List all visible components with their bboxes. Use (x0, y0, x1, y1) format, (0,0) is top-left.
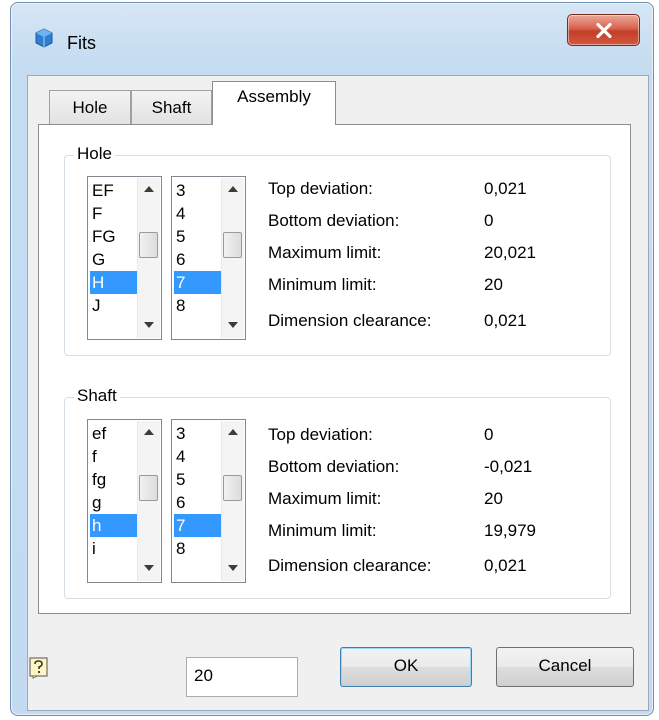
hole-bottom-deviation-value: 0 (484, 211, 494, 230)
list-item[interactable]: 8 (174, 294, 221, 317)
scroll-down-arrow-icon[interactable] (222, 559, 244, 579)
scrollbar-thumb[interactable] (223, 232, 242, 258)
list-item[interactable]: 4 (174, 202, 221, 225)
list-item-selected[interactable]: H (90, 271, 137, 294)
shaft-bottom-deviation-value: -0,021 (484, 457, 533, 476)
hole-minimum-limit-label: Minimum limit: (268, 275, 377, 294)
app-icon (33, 27, 55, 49)
list-item[interactable]: J (90, 294, 137, 317)
shaft-grade-listbox[interactable]: 3 4 5 6 7 8 (171, 419, 246, 583)
list-item-selected[interactable]: 7 (174, 271, 221, 294)
hole-minimum-limit-value: 20 (484, 275, 503, 294)
list-item[interactable]: 8 (174, 537, 221, 560)
list-item[interactable]: 6 (174, 491, 221, 514)
vertical-scrollbar[interactable] (221, 421, 244, 581)
list-item[interactable]: FG (90, 225, 137, 248)
ok-button[interactable]: OK (340, 647, 472, 687)
tab-assembly[interactable]: Assembly (212, 81, 336, 125)
tab-hole[interactable]: Hole (49, 90, 131, 124)
list-item[interactable]: 5 (174, 225, 221, 248)
help-icon[interactable] (29, 657, 49, 679)
shaft-maximum-limit-label: Maximum limit: (268, 489, 382, 508)
hole-grade-listbox[interactable]: 3 4 5 6 7 8 (171, 176, 246, 340)
vertical-scrollbar[interactable] (137, 421, 160, 581)
list-item[interactable]: g (90, 491, 137, 514)
list-item[interactable]: i (90, 537, 137, 560)
window-title: Fits (67, 33, 96, 53)
hole-top-deviation-label: Top deviation: (268, 179, 373, 198)
scroll-down-arrow-icon[interactable] (222, 316, 244, 336)
title-bar[interactable]: Fits (11, 3, 653, 75)
hole-letter-listbox[interactable]: EF F FG G H J (87, 176, 162, 340)
list-item-selected[interactable]: h (90, 514, 137, 537)
shaft-group-label: Shaft (74, 386, 120, 406)
close-icon (596, 23, 612, 38)
list-item[interactable]: F (90, 202, 137, 225)
scroll-up-arrow-icon[interactable] (138, 180, 160, 200)
hole-top-deviation-value: 0,021 (484, 179, 527, 198)
list-item[interactable]: ef (90, 422, 137, 445)
cancel-button[interactable]: Cancel (496, 647, 634, 687)
shaft-bottom-deviation-label: Bottom deviation: (268, 457, 400, 476)
close-button[interactable] (567, 14, 640, 46)
list-item[interactable]: 3 (174, 179, 221, 202)
list-item[interactable]: G (90, 248, 137, 271)
list-item[interactable]: 5 (174, 468, 221, 491)
shaft-top-deviation-value: 0 (484, 425, 494, 444)
shaft-minimum-limit-value: 19,979 (484, 521, 536, 540)
scroll-up-arrow-icon[interactable] (222, 180, 244, 200)
list-item[interactable]: 6 (174, 248, 221, 271)
shaft-minimum-limit-label: Minimum limit: (268, 521, 377, 540)
list-item[interactable]: EF (90, 179, 137, 202)
hole-dimension-clearance-value: 0,021 (484, 311, 527, 330)
scrollbar-thumb[interactable] (139, 475, 158, 501)
tab-shaft[interactable]: Shaft (131, 90, 212, 124)
scrollbar-thumb[interactable] (139, 232, 158, 258)
nominal-size-input[interactable]: 20 (186, 657, 298, 697)
shaft-dimension-clearance-label: Dimension clearance: (268, 556, 432, 575)
hole-maximum-limit-value: 20,021 (484, 243, 536, 262)
shaft-top-deviation-label: Top deviation: (268, 425, 373, 444)
list-item[interactable]: fg (90, 468, 137, 491)
shaft-letter-listbox[interactable]: ef f fg g h i (87, 419, 162, 583)
scroll-down-arrow-icon[interactable] (138, 316, 160, 336)
shaft-maximum-limit-value: 20 (484, 489, 503, 508)
list-item[interactable]: 3 (174, 422, 221, 445)
shaft-dimension-clearance-value: 0,021 (484, 556, 527, 575)
list-item[interactable]: f (90, 445, 137, 468)
list-item[interactable]: 4 (174, 445, 221, 468)
hole-group-label: Hole (74, 144, 115, 164)
hole-maximum-limit-label: Maximum limit: (268, 243, 382, 262)
scroll-up-arrow-icon[interactable] (138, 423, 160, 443)
scrollbar-thumb[interactable] (223, 475, 242, 501)
vertical-scrollbar[interactable] (137, 178, 160, 338)
scroll-up-arrow-icon[interactable] (222, 423, 244, 443)
list-item-selected[interactable]: 7 (174, 514, 221, 537)
hole-dimension-clearance-label: Dimension clearance: (268, 311, 432, 330)
hole-bottom-deviation-label: Bottom deviation: (268, 211, 400, 230)
scroll-down-arrow-icon[interactable] (138, 559, 160, 579)
vertical-scrollbar[interactable] (221, 178, 244, 338)
